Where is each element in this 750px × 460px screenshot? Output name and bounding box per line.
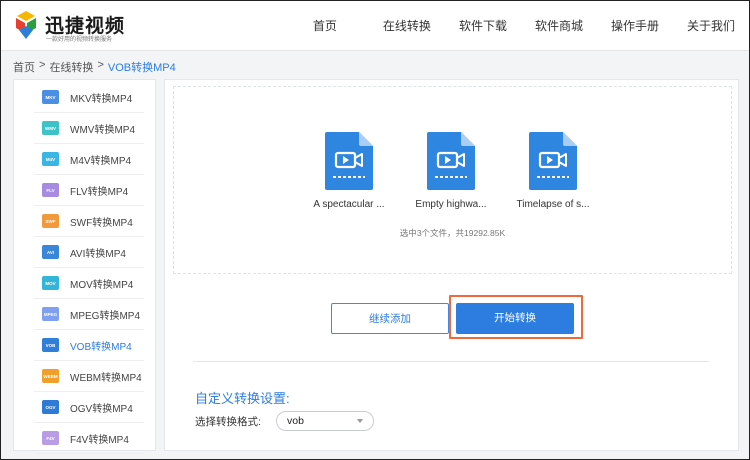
sidebar-item-label: WEBM转换MP4 [70, 372, 142, 384]
sidebar-item-label: FLV转换MP4 [70, 186, 129, 198]
sidebar-item-swf[interactable]: SWF SWF转换MP4 [34, 206, 144, 237]
sidebar-item-avi[interactable]: AVI AVI转换MP4 [34, 237, 144, 268]
format-mkv-icon: MKV [42, 90, 59, 104]
format-flv-icon: FLV [42, 183, 59, 197]
sidebar-item-wmv[interactable]: WMV WMV转换MP4 [34, 113, 144, 144]
section-divider [193, 361, 709, 362]
sidebar-item-label: WMV转换MP4 [70, 124, 135, 136]
sidebar-item-flv[interactable]: FLV FLV转换MP4 [34, 175, 144, 206]
breadcrumb-home[interactable]: 首页 [13, 59, 35, 75]
nav-manual[interactable]: 操作手册 [597, 1, 673, 51]
sidebar-item-mpeg[interactable]: MPEG MPEG转换MP4 [34, 299, 144, 330]
file-item[interactable]: Empty highwa... [406, 132, 496, 210]
sidebar-item-ogv[interactable]: OGV OGV转换MP4 [34, 392, 144, 423]
format-select-value: vob [287, 415, 304, 427]
format-wmv-icon: WMV [42, 121, 59, 135]
nav-home[interactable]: 首页 [299, 1, 351, 51]
sidebar-item-webm[interactable]: WEBM WEBM转换MP4 [34, 361, 144, 392]
format-mov-icon: MOV [42, 276, 59, 290]
breadcrumb: 首页 > 在线转换 > VOB转换MP4 [13, 59, 176, 75]
convert-panel: A spectacular ... Empty highwa... Timela… [164, 79, 739, 451]
video-file-icon [427, 132, 475, 190]
format-sidebar: MKV MKV转换MP4 WMV WMV转换MP4 M4V M4V转换MP4 FLV FLV转… [13, 79, 156, 454]
sidebar-item-label: SWF转换MP4 [70, 217, 133, 229]
sidebar-item-label: MOV转换MP4 [70, 279, 134, 291]
format-label: 选择转换格式: [195, 416, 261, 428]
sidebar-item-label: OGV转换MP4 [70, 403, 133, 415]
breadcrumb-separator: > [39, 59, 46, 71]
video-file-icon [529, 132, 577, 190]
format-webm-icon: WEBM [42, 369, 59, 383]
sidebar-item-label: AVI转换MP4 [70, 248, 126, 260]
logo[interactable]: 迅捷视频 一款好用的视频转换服务 [11, 9, 151, 43]
sidebar-item-label: VOB转换MP4 [70, 341, 132, 353]
format-ogv-icon: OGV [42, 400, 59, 414]
file-item[interactable]: Timelapse of s... [508, 132, 598, 210]
sidebar-item-vob[interactable]: VOB VOB转换MP4 [34, 330, 144, 361]
breadcrumb-separator: > [97, 59, 104, 71]
sidebar-item-f4v[interactable]: F4V F4V转换MP4 [34, 423, 144, 454]
logo-slogan: 一款好用的视频转换服务 [46, 37, 113, 43]
format-avi-icon: AVI [42, 245, 59, 259]
format-swf-icon: SWF [42, 214, 59, 228]
nav-about[interactable]: 关于我们 [673, 1, 749, 51]
nav-software-store[interactable]: 软件商城 [521, 1, 597, 51]
file-dropzone[interactable]: A spectacular ... Empty highwa... Timela… [173, 86, 732, 274]
settings-title: 自定义转换设置: [195, 391, 290, 406]
file-name: Empty highwa... [415, 199, 487, 210]
file-name: A spectacular ... [313, 199, 385, 210]
selection-summary: 选中3个文件，共19292.85K [399, 228, 506, 238]
format-mpeg-icon: MPEG [42, 307, 59, 321]
file-item[interactable]: A spectacular ... [304, 132, 394, 210]
main-nav: 首页 在线转换 软件下载 软件商城 操作手册 关于我们 [299, 1, 749, 51]
start-convert-button[interactable]: 开始转换 [456, 303, 574, 334]
file-name: Timelapse of s... [516, 199, 590, 210]
sidebar-item-mkv[interactable]: MKV MKV转换MP4 [34, 82, 144, 113]
sidebar-item-label: MKV转换MP4 [70, 93, 133, 105]
app-frame: 迅捷视频 一款好用的视频转换服务 首页 在线转换 软件下载 软件商城 操作手册 … [0, 0, 750, 460]
nav-online-convert[interactable]: 在线转换 [369, 1, 445, 51]
sidebar-item-label: MPEG转换MP4 [70, 310, 141, 322]
continue-add-button[interactable]: 继续添加 [331, 303, 449, 334]
breadcrumb-online-convert[interactable]: 在线转换 [49, 59, 93, 75]
top-header: 迅捷视频 一款好用的视频转换服务 首页 在线转换 软件下载 软件商城 操作手册 … [1, 1, 749, 51]
format-f4v-icon: F4V [42, 431, 59, 445]
sidebar-item-mov[interactable]: MOV MOV转换MP4 [34, 268, 144, 299]
format-m4v-icon: M4V [42, 152, 59, 166]
breadcrumb-current: VOB转换MP4 [107, 62, 176, 74]
sidebar-item-label: M4V转换MP4 [70, 155, 132, 167]
video-file-icon [325, 132, 373, 190]
sidebar-item-label: F4V转换MP4 [70, 434, 129, 446]
format-select[interactable]: vob [276, 411, 374, 431]
format-vob-icon: VOB [42, 338, 59, 352]
format-list: MKV MKV转换MP4 WMV WMV转换MP4 M4V M4V转换MP4 FLV FLV转… [34, 82, 144, 454]
nav-software-download[interactable]: 软件下载 [445, 1, 521, 51]
logo-icon [16, 11, 36, 39]
sidebar-item-m4v[interactable]: M4V M4V转换MP4 [34, 144, 144, 175]
chevron-down-icon [357, 419, 363, 423]
